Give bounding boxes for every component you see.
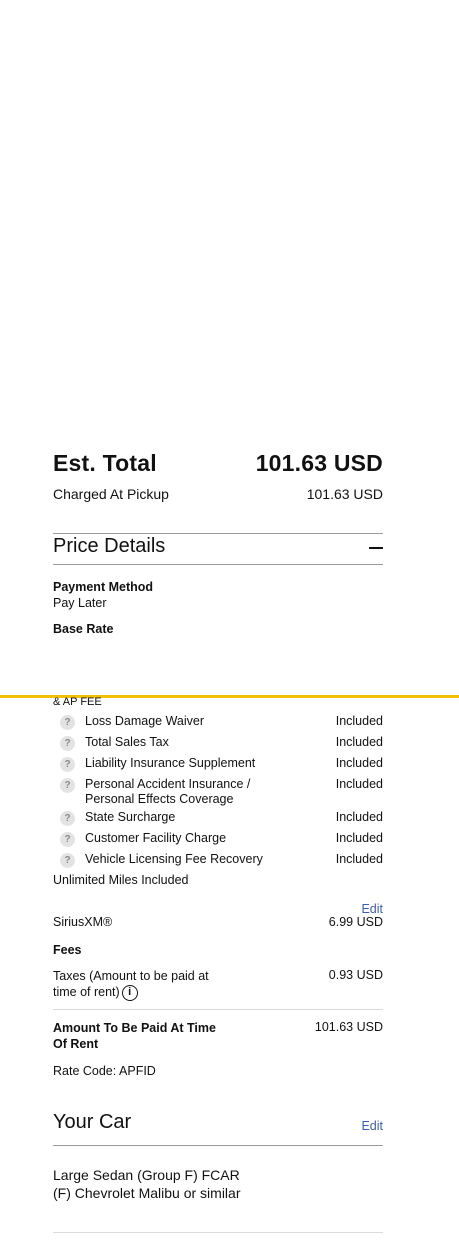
item-value: Included bbox=[335, 831, 383, 845]
help-icon[interactable]: ? bbox=[60, 757, 75, 772]
taxes-row: Taxes (Amount to be paid at time of rent… bbox=[53, 968, 383, 1001]
taxes-value: 0.93 USD bbox=[328, 968, 383, 982]
edit-addons-link[interactable]: Edit bbox=[361, 902, 383, 916]
list-item: ? Total Sales Tax Included bbox=[60, 735, 383, 751]
fees-label: Fees bbox=[53, 943, 82, 957]
info-icon[interactable]: i bbox=[121, 984, 138, 1001]
price-details-title: Price Details bbox=[53, 535, 166, 557]
amount-due-value: 101.63 USD bbox=[314, 1020, 383, 1034]
item-value: Included bbox=[335, 852, 383, 866]
amount-due-label: Amount To Be Paid At Time Of Rent bbox=[53, 1021, 216, 1051]
divider bbox=[53, 564, 383, 565]
charged-at-pickup-label: Charged At Pickup bbox=[53, 486, 169, 502]
unlimited-miles: Unlimited Miles Included bbox=[53, 873, 189, 887]
help-icon[interactable]: ? bbox=[60, 715, 75, 730]
list-item: ? State Surcharge Included bbox=[60, 810, 383, 826]
help-icon[interactable]: ? bbox=[60, 811, 75, 826]
item-name: Personal Accident Insurance / Personal E… bbox=[85, 777, 251, 806]
est-total-row: Est. Total 101.63 USD bbox=[53, 450, 383, 477]
charged-at-pickup-amount: 101.63 USD bbox=[306, 486, 383, 502]
collapse-icon[interactable] bbox=[369, 547, 383, 549]
item-value: Included bbox=[335, 810, 383, 824]
rate-code: Rate Code: APFID bbox=[53, 1064, 156, 1078]
est-total-title: Est. Total bbox=[53, 450, 157, 476]
list-item: ? Loss Damage Waiver Included bbox=[60, 714, 383, 730]
item-name: Loss Damage Waiver bbox=[85, 714, 205, 728]
charged-at-pickup-row: Charged At Pickup 101.63 USD bbox=[53, 486, 383, 502]
item-name: Vehicle Licensing Fee Recovery bbox=[85, 852, 263, 866]
your-car-title: Your Car bbox=[53, 1111, 132, 1133]
addon-price: 6.99 USD bbox=[328, 915, 383, 929]
list-item: ? Personal Accident Insurance / Personal… bbox=[60, 777, 383, 809]
car-model: (F) Chevrolet Malibu or similar bbox=[53, 1185, 241, 1201]
est-total-amount: 101.63 USD bbox=[255, 450, 383, 476]
taxes-label-wrap: Taxes (Amount to be paid at time of rent… bbox=[53, 968, 218, 1001]
list-item: ? Liability Insurance Supplement Include… bbox=[60, 756, 383, 772]
your-car-header: Your Car Edit bbox=[53, 1111, 383, 1141]
addon-name: SiriusXM® bbox=[53, 915, 113, 929]
help-icon[interactable]: ? bbox=[60, 832, 75, 847]
item-value: Included bbox=[335, 735, 383, 749]
car-class: Large Sedan (Group F) FCAR bbox=[53, 1167, 240, 1183]
payment-method-value: Pay Later bbox=[53, 596, 107, 610]
item-value: Included bbox=[335, 714, 383, 728]
item-value: Included bbox=[335, 777, 383, 791]
item-value: Included bbox=[335, 756, 383, 770]
help-icon[interactable]: ? bbox=[60, 853, 75, 868]
cut-off-text: & AP FEE bbox=[53, 697, 102, 708]
item-name: State Surcharge bbox=[85, 810, 176, 824]
list-item: ? Customer Facility Charge Included bbox=[60, 831, 383, 847]
divider bbox=[53, 1232, 383, 1233]
list-item: ? Vehicle Licensing Fee Recovery Include… bbox=[60, 852, 383, 868]
item-name: Total Sales Tax bbox=[85, 735, 169, 749]
item-name: Liability Insurance Supplement bbox=[85, 756, 256, 770]
edit-car-link[interactable]: Edit bbox=[361, 1119, 383, 1133]
divider bbox=[53, 533, 383, 534]
divider bbox=[53, 1009, 383, 1010]
addon-row: SiriusXM® 6.99 USD bbox=[53, 915, 383, 929]
base-rate-label: Base Rate bbox=[53, 622, 114, 636]
divider bbox=[53, 1145, 383, 1146]
item-name: Customer Facility Charge bbox=[85, 831, 227, 845]
amount-due-row: Amount To Be Paid At Time Of Rent 101.63… bbox=[53, 1020, 383, 1052]
help-icon[interactable]: ? bbox=[60, 778, 75, 793]
price-details-header[interactable]: Price Details bbox=[53, 535, 383, 563]
help-icon[interactable]: ? bbox=[60, 736, 75, 751]
payment-method-label: Payment Method bbox=[53, 580, 154, 594]
